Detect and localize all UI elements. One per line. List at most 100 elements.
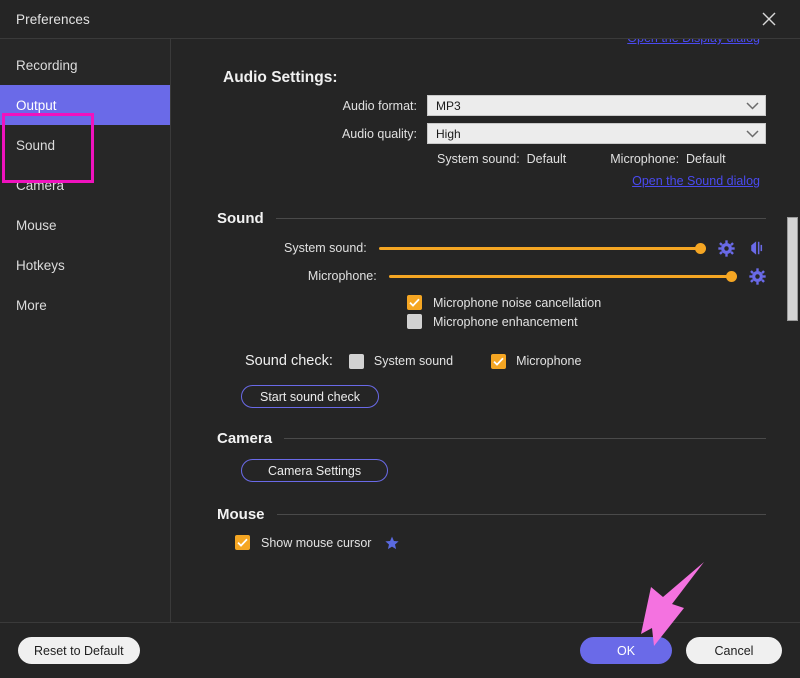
gear-icon — [718, 239, 735, 257]
system-sound-slider[interactable] — [378, 241, 706, 255]
sidebar-item-label: Output — [16, 97, 57, 113]
sidebar-item-more[interactable]: More — [0, 285, 170, 325]
microphone-device-value: Default — [686, 152, 726, 166]
window-title: Preferences — [16, 11, 90, 27]
sidebar-item-label: More — [16, 297, 47, 313]
system-sound-slider-row: System sound: — [209, 239, 766, 257]
camera-section-title: Camera — [217, 430, 273, 447]
noise-cancellation-checkbox[interactable] — [407, 295, 422, 310]
noise-cancellation-row: Microphone noise cancellation — [209, 295, 766, 310]
noise-cancellation-label: Microphone noise cancellation — [433, 295, 602, 310]
sidebar-item-label: Hotkeys — [16, 257, 65, 273]
system-sound-device-value: Default — [526, 152, 567, 166]
sound-check-system-label: System sound — [373, 354, 454, 368]
sidebar-item-label: Recording — [16, 57, 78, 73]
microphone-slider-row: Microphone: — [209, 267, 766, 285]
mic-enhancement-checkbox[interactable] — [407, 314, 422, 329]
sound-check-label: Sound check: — [245, 353, 333, 369]
system-sound-gear-button[interactable] — [718, 239, 735, 257]
close-button[interactable] — [746, 2, 792, 36]
sidebar: Recording Output Sound Camera Mouse Hotk… — [0, 39, 171, 622]
sound-check-mic-item: Microphone — [491, 353, 582, 369]
speaker-icon — [751, 241, 763, 255]
sidebar-item-label: Camera — [16, 177, 65, 193]
audio-quality-label: Audio quality: — [341, 126, 417, 141]
ok-button[interactable]: OK — [580, 637, 672, 664]
open-display-dialog-link[interactable]: Open the Display dialog — [627, 39, 760, 45]
sound-check-mic-label: Microphone — [516, 354, 582, 368]
camera-section-header: Camera — [217, 430, 766, 447]
section-divider — [276, 514, 766, 515]
sidebar-item-mouse[interactable]: Mouse — [0, 205, 170, 245]
dialog-footer: Reset to Default OK Cancel — [0, 622, 800, 678]
show-mouse-cursor-label: Show mouse cursor — [261, 535, 372, 550]
sidebar-item-sound[interactable]: Sound — [0, 125, 170, 165]
section-divider — [275, 218, 766, 219]
slider-knob[interactable] — [695, 242, 706, 254]
camera-settings-wrap: Camera Settings — [241, 459, 766, 482]
sound-section-header: Sound — [217, 210, 766, 227]
section-divider — [284, 438, 766, 439]
system-sound-device: System sound: Default — [437, 152, 566, 166]
gear-icon — [749, 267, 766, 285]
settings-scroll-area: Open the Display dialog Audio Settings: … — [171, 39, 800, 622]
premium-star-button[interactable] — [385, 536, 400, 550]
microphone-device: Microphone: Default — [610, 152, 725, 166]
scrollbar-thumb[interactable] — [787, 217, 798, 321]
mouse-section-title: Mouse — [217, 506, 265, 523]
close-icon — [762, 12, 776, 26]
mic-enhancement-label: Microphone enhancement — [433, 314, 578, 329]
sidebar-item-hotkeys[interactable]: Hotkeys — [0, 245, 170, 285]
sound-check-system-checkbox[interactable] — [348, 353, 364, 369]
audio-quality-select[interactable]: High — [427, 123, 766, 144]
body-split: Recording Output Sound Camera Mouse Hotk… — [0, 38, 800, 622]
microphone-gear-button[interactable] — [749, 267, 766, 285]
title-bar: Preferences — [0, 0, 800, 38]
audio-quality-row: Audio quality: High — [209, 123, 766, 144]
audio-quality-value: High — [436, 126, 461, 141]
audio-format-label: Audio format: — [342, 98, 417, 113]
sidebar-item-camera[interactable]: Camera — [0, 165, 170, 205]
start-sound-check-wrap: Start sound check — [241, 385, 766, 408]
chevron-down-icon — [746, 129, 759, 138]
cancel-button[interactable]: Cancel — [686, 637, 782, 664]
slider-track — [388, 274, 736, 278]
system-sound-speaker-button[interactable] — [748, 239, 766, 257]
open-sound-dialog-link[interactable]: Open the Sound dialog — [632, 174, 760, 188]
mouse-section-header: Mouse — [217, 506, 766, 523]
show-mouse-cursor-checkbox[interactable] — [235, 535, 250, 550]
audio-format-select[interactable]: MP3 — [427, 95, 766, 116]
display-dialog-link-row: Open the Display dialog — [209, 39, 766, 51]
mic-enhancement-row: Microphone enhancement — [209, 314, 766, 329]
system-sound-slider-label: System sound: — [284, 241, 367, 255]
microphone-device-label: Microphone: — [610, 152, 680, 166]
settings-content: Open the Display dialog Audio Settings: … — [171, 39, 800, 622]
camera-settings-button[interactable]: Camera Settings — [241, 459, 389, 482]
slider-knob[interactable] — [725, 270, 737, 282]
sidebar-item-output[interactable]: Output — [0, 85, 170, 125]
check-icon — [409, 298, 420, 307]
sound-check-mic-checkbox[interactable] — [491, 353, 507, 369]
preferences-window: Preferences Recording Output Sound Camer… — [0, 0, 800, 678]
chevron-down-icon — [746, 101, 759, 110]
microphone-slider[interactable] — [388, 269, 737, 283]
sound-check-system-item: System sound — [348, 353, 454, 369]
show-mouse-cursor-row: Show mouse cursor — [209, 535, 766, 550]
sidebar-item-label: Sound — [16, 137, 56, 153]
microphone-slider-label: Microphone: — [307, 269, 377, 283]
slider-track — [378, 246, 705, 250]
system-sound-device-label: System sound: — [437, 152, 520, 166]
footer-actions: OK Cancel — [580, 637, 782, 664]
vertical-scrollbar[interactable] — [787, 41, 798, 620]
start-sound-check-button[interactable]: Start sound check — [241, 385, 380, 408]
sound-section-title: Sound — [217, 210, 264, 227]
sidebar-item-label: Mouse — [16, 217, 57, 233]
sidebar-item-recording[interactable]: Recording — [0, 45, 170, 85]
check-icon — [237, 538, 248, 547]
audio-devices-row: System sound: Default Microphone: Defaul… — [209, 152, 766, 166]
star-icon — [385, 536, 400, 549]
audio-settings-title: Audio Settings: — [223, 69, 338, 86]
check-icon — [493, 357, 504, 366]
reset-to-default-button[interactable]: Reset to Default — [18, 637, 140, 664]
sound-check-row: Sound check: System sound Microphone — [245, 353, 766, 369]
